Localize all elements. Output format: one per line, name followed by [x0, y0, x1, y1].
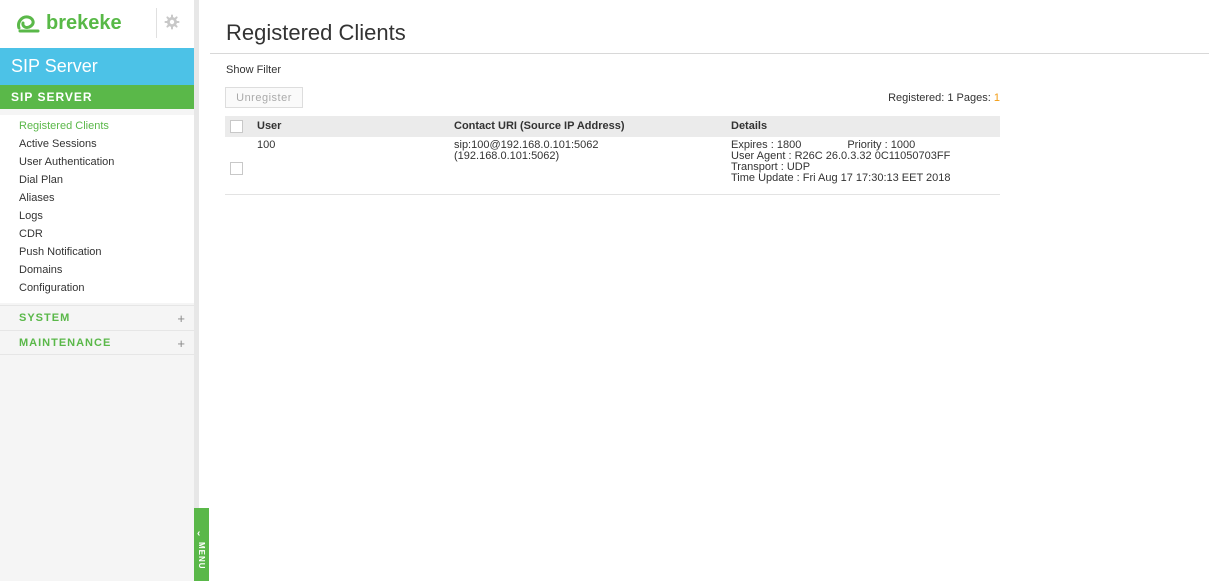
- section-header-sip-server[interactable]: SIP SERVER: [0, 85, 194, 109]
- brekeke-logo-icon: [17, 14, 40, 32]
- sidebar-group-system[interactable]: SYSTEM +: [0, 305, 194, 330]
- title-divider: [210, 53, 1209, 54]
- sidebar-item-domains[interactable]: Domains: [0, 261, 194, 279]
- registration-summary: Registered: 1 Pages: 1: [888, 92, 1000, 104]
- logo-bar: brekeke: [0, 0, 194, 48]
- time-update: Time Update : Fri Aug 17 17:30:13 EET 20…: [731, 172, 951, 184]
- cell-contact-uri: sip:100@192.168.0.101:5062 (192.168.0.10…: [454, 140, 599, 162]
- sidebar-item-aliases[interactable]: Aliases: [0, 189, 194, 207]
- sidebar-item-dial-plan[interactable]: Dial Plan: [0, 171, 194, 189]
- column-header-details[interactable]: Details: [731, 120, 767, 132]
- sidebar-item-active-sessions[interactable]: Active Sessions: [0, 135, 194, 153]
- show-filter-link[interactable]: Show Filter: [226, 64, 281, 76]
- table-row: 100 sip:100@192.168.0.101:5062 (192.168.…: [225, 137, 1000, 195]
- sidebar-divider: [194, 0, 199, 581]
- app-title: SIP Server: [0, 48, 194, 85]
- sidebar-item-user-authentication[interactable]: User Authentication: [0, 153, 194, 171]
- sidebar-item-push-notification[interactable]: Push Notification: [0, 243, 194, 261]
- menu-tab-label: MENU: [197, 542, 206, 570]
- sidebar-item-registered-clients[interactable]: Registered Clients: [0, 117, 194, 135]
- row-checkbox[interactable]: [230, 162, 243, 175]
- logo-separator: [156, 8, 157, 38]
- expand-plus-icon[interactable]: +: [177, 306, 186, 331]
- source-ip: (192.168.0.101:5062): [454, 150, 560, 162]
- group-label: SYSTEM: [19, 312, 71, 324]
- cell-details: Expires : 1800 Priority : 1000 User Agent…: [731, 140, 951, 184]
- page-title: Registered Clients: [226, 20, 406, 45]
- clients-table: User Contact URI (Source IP Address) Det…: [225, 116, 1000, 195]
- unregister-button[interactable]: Unregister: [225, 87, 303, 108]
- registered-count: Registered: 1 Pages:: [888, 92, 991, 104]
- table-header: User Contact URI (Source IP Address) Det…: [225, 116, 1000, 137]
- expand-plus-icon[interactable]: +: [177, 331, 186, 356]
- gear-icon[interactable]: [164, 14, 180, 33]
- chevron-left-icon: ‹: [197, 528, 201, 539]
- sidebar-group-maintenance[interactable]: MAINTENANCE +: [0, 330, 194, 355]
- sidebar-nav: Registered Clients Active Sessions User …: [0, 115, 194, 303]
- column-header-contact-uri[interactable]: Contact URI (Source IP Address): [454, 120, 625, 132]
- brekeke-logo[interactable]: brekeke: [16, 12, 122, 35]
- select-all-checkbox[interactable]: [230, 120, 243, 133]
- cell-user: 100: [257, 139, 276, 151]
- sidebar-item-cdr[interactable]: CDR: [0, 225, 194, 243]
- group-label: MAINTENANCE: [19, 337, 112, 349]
- menu-toggle-tab[interactable]: ‹ MENU: [194, 508, 209, 581]
- page-link[interactable]: 1: [994, 92, 1000, 104]
- sidebar-item-logs[interactable]: Logs: [0, 207, 194, 225]
- column-header-user[interactable]: User: [257, 120, 281, 132]
- sidebar-item-configuration[interactable]: Configuration: [0, 279, 194, 297]
- logo-text: brekeke: [46, 12, 122, 34]
